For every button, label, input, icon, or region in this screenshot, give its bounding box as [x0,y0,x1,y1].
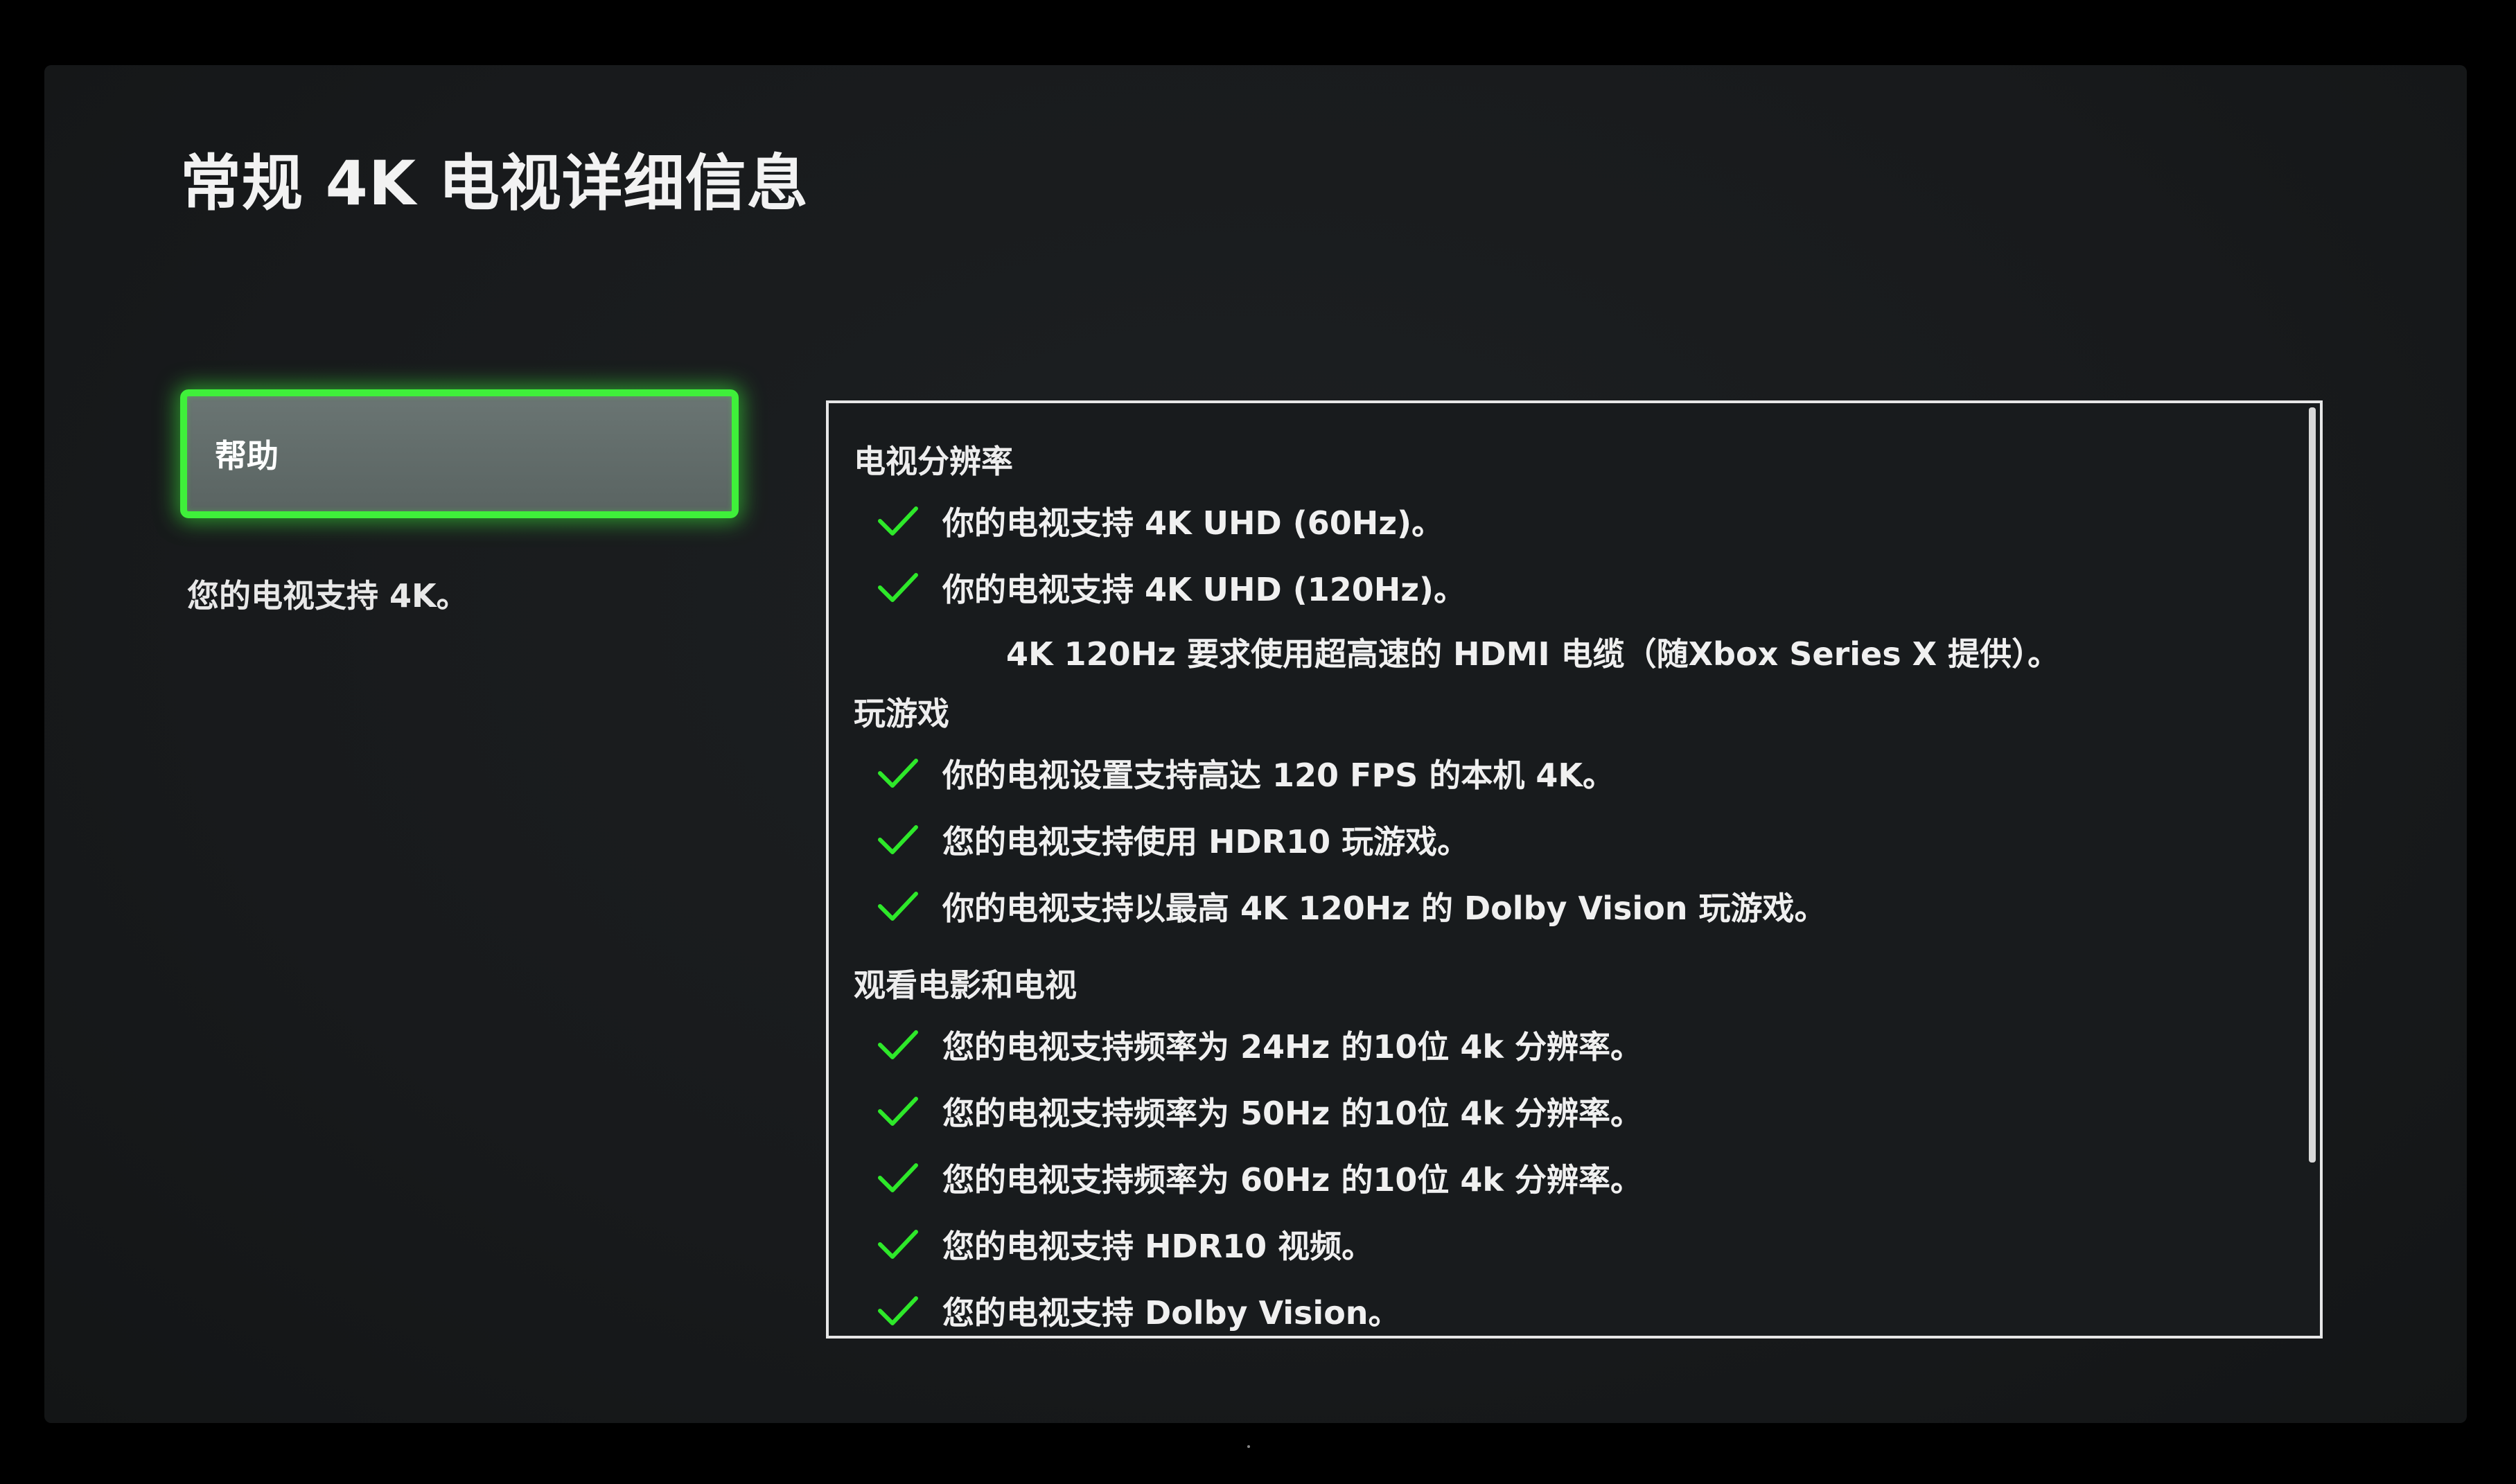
item-text: 您的电视支持频率为 60Hz 的10位 4k 分辨率。 [942,1161,1642,1199]
item-text: 你的电视设置支持高达 120 FPS 的本机 4K。 [942,757,1615,794]
list-item: 您的电视支持频率为 50Hz 的10位 4k 分辨率。 [854,1078,2292,1145]
check-icon [877,571,919,604]
list-item: 你的电视支持 4K UHD (120Hz)。 [854,554,2292,621]
check-icon [877,890,919,923]
check-icon [877,1095,919,1128]
list-item: 您的电视支持 Dolby Vision。 [854,1278,2292,1336]
list-item: 你的电视设置支持高达 120 FPS 的本机 4K。 [854,740,2292,806]
item-text: 您的电视支持频率为 24Hz 的10位 4k 分辨率。 [942,1028,1642,1066]
item-text: 你的电视支持 4K UHD (120Hz)。 [942,571,1466,608]
item-text: 你的电视支持 4K UHD (60Hz)。 [942,504,1444,542]
item-text: 您的电视支持使用 HDR10 玩游戏。 [942,823,1470,860]
section-title-movies-tv: 观看电影和电视 [854,966,1077,1004]
section-title-gaming: 玩游戏 [854,695,949,732]
details-panel[interactable]: 电视分辨率 你的电视支持 4K UHD (60Hz)。 你的电视支持 4K UH… [826,400,2323,1339]
list-item: 您的电视支持 HDR10 视频。 [854,1211,2292,1278]
check-icon [877,1294,919,1327]
list-item: 你的电视支持以最高 4K 120Hz 的 Dolby Vision 玩游戏。 [854,873,2292,939]
list-item: 您的电视支持频率为 60Hz 的10位 4k 分辨率。 [854,1145,2292,1211]
details-content: 电视分辨率 你的电视支持 4K UHD (60Hz)。 你的电视支持 4K UH… [854,435,2292,1336]
list-item: 您的电视支持频率为 24Hz 的10位 4k 分辨率。 [854,1012,2292,1078]
item-text: 您的电视支持频率为 50Hz 的10位 4k 分辨率。 [942,1095,1642,1132]
screen-dot [1247,1445,1250,1448]
check-icon [877,1228,919,1261]
help-button-label: 帮助 [215,437,279,475]
list-item: 您的电视支持使用 HDR10 玩游戏。 [854,806,2292,873]
tv-screen: 常规 4K 电视详细信息 帮助 您的电视支持 4K。 电视分辨率 你的电视支持 … [44,65,2467,1423]
tv-support-status: 您的电视支持 4K。 [187,577,468,615]
check-icon [877,504,919,538]
hdmi-cable-note: 4K 120Hz 要求使用超高速的 HDMI 电缆（随Xbox Series X… [1006,635,2060,673]
item-text: 您的电视支持 Dolby Vision。 [942,1294,1400,1332]
check-icon [877,823,919,856]
check-icon [877,1028,919,1061]
item-text: 你的电视支持以最高 4K 120Hz 的 Dolby Vision 玩游戏。 [942,890,1827,927]
help-button[interactable]: 帮助 [180,389,739,518]
check-icon [877,1161,919,1194]
panel-scrollbar[interactable] [2309,407,2316,1163]
list-item: 你的电视支持 4K UHD (60Hz)。 [854,488,2292,554]
check-icon [877,757,919,790]
item-text: 您的电视支持 HDR10 视频。 [942,1228,1374,1265]
page-title: 常规 4K 电视详细信息 [180,148,809,219]
section-title-tv-resolution: 电视分辨率 [854,443,1013,480]
